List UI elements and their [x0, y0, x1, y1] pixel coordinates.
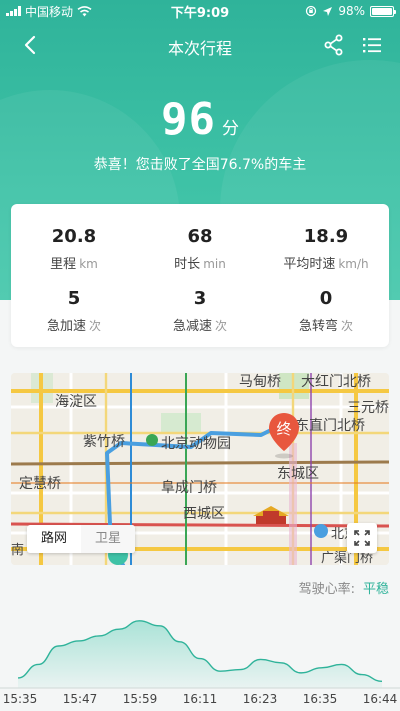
map-label: 马甸桥 [239, 374, 281, 390]
heart-rate-area [18, 620, 382, 688]
time-axis: 15:35 15:47 15:59 16:11 16:23 16:35 16:44 [0, 692, 400, 708]
heart-rate-summary: 驾驶心率: 平稳 [299, 578, 389, 597]
stat-label: 急转弯 [298, 319, 338, 334]
stat-hard-accel: 5 急加速次 [11, 288, 137, 334]
stat-unit: min [203, 257, 226, 271]
score-value: 96 [161, 94, 216, 145]
carrier-name: 中国移动 [25, 4, 74, 19]
list-icon[interactable] [360, 33, 384, 57]
status-bar: 中国移动 下午9:09 98% [0, 0, 400, 22]
end-marker-label: 终 [276, 420, 291, 438]
end-marker-icon[interactable]: 终 [267, 411, 301, 459]
map-mode-satellite-button[interactable]: 卫星 [81, 525, 135, 553]
share-icon[interactable] [322, 33, 346, 57]
stat-value: 20.8 [51, 226, 97, 247]
time-tick: 16:11 [182, 692, 218, 706]
map-label: 东直门北桥 [295, 418, 365, 434]
wifi-icon [77, 5, 92, 16]
score-unit: 分 [221, 119, 239, 139]
stat-value: 68 [187, 226, 213, 247]
stat-unit: 次 [341, 319, 354, 333]
map-mode-toggle: 路网 卫星 [27, 525, 135, 553]
stat-value: 0 [319, 288, 333, 309]
map-label: 南 [11, 543, 25, 558]
time-tick: 15:47 [62, 692, 98, 706]
stat-value: 3 [193, 288, 207, 309]
expand-icon [354, 530, 370, 546]
nav-bar: 本次行程 [0, 28, 400, 62]
chevron-left-icon[interactable] [18, 32, 44, 58]
map-label: 西城区 [183, 506, 225, 522]
battery-percent: 98% [338, 4, 365, 18]
stat-avg-speed: 18.9 平均时速 km/h [263, 226, 389, 272]
congrats-text: 恭喜！您击败了全国76.7%的车主 [93, 157, 307, 173]
map-label: 定慧桥 [19, 476, 61, 492]
stat-label: 急加速 [46, 319, 86, 334]
map-label: 三元桥 [347, 400, 389, 416]
heart-rate-chart [0, 620, 400, 689]
stat-unit: 次 [89, 319, 102, 333]
orientation-lock-icon [306, 5, 317, 17]
stat-label: 平均时速 [283, 257, 336, 272]
map-label: 北京动物园 [161, 436, 231, 452]
battery-icon [370, 5, 396, 17]
time-tick: 16:44 [362, 692, 398, 706]
stat-unit: km/h [338, 257, 369, 271]
stat-value: 18.9 [303, 226, 349, 247]
stat-hard-brake: 3 急减速次 [137, 288, 263, 334]
map-label: 东城区 [277, 466, 319, 482]
stat-sharp-turn: 0 急转弯次 [263, 288, 389, 334]
time-tick: 15:59 [122, 692, 158, 706]
map-label: 大红门北桥 [301, 374, 371, 390]
time-tick: 16:35 [302, 692, 338, 706]
stat-label: 时长 [174, 257, 201, 272]
map-mode-road-button[interactable]: 路网 [27, 525, 81, 553]
stat-duration: 68 时长 min [137, 226, 263, 272]
map-label: 海淀区 [55, 394, 97, 410]
expand-button[interactable] [347, 523, 377, 553]
map-label: 紫竹桥 [83, 434, 125, 450]
stat-label: 急减速 [172, 319, 212, 334]
score: 96 分 [0, 94, 400, 145]
time-tick: 16:23 [242, 692, 278, 706]
trip-stats-card: 20.8 里程 km 68 时长 min 18.9 平均时速 km/h 5 急加速次 … [11, 204, 389, 347]
time-tick: 15:35 [2, 692, 38, 706]
heart-rate-value: 平稳 [362, 582, 389, 597]
stat-mileage: 20.8 里程 km [11, 226, 137, 272]
stat-unit: km [79, 257, 98, 271]
route-map[interactable]: 马甸桥 大红门北桥 海淀区 三元桥 东直门北桥 紫竹桥 北京动物园 东城区 定慧… [11, 373, 389, 565]
heart-rate-label: 驾驶心率: [298, 582, 355, 597]
map-label: 阜成门桥 [161, 480, 217, 496]
stat-label: 里程 [50, 257, 77, 272]
stat-unit: 次 [215, 319, 228, 333]
location-icon [323, 6, 333, 16]
stat-value: 5 [67, 288, 81, 309]
signal-icon [6, 6, 21, 16]
